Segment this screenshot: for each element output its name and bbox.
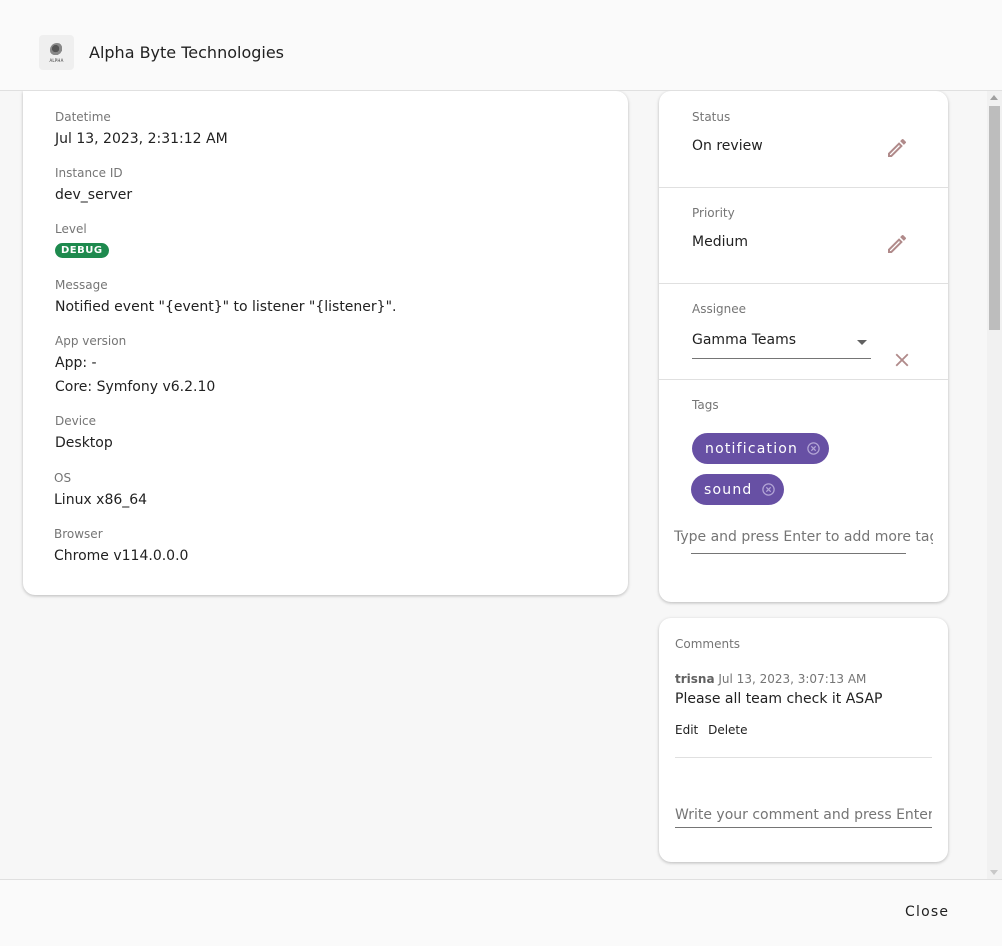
tag-input-underline bbox=[691, 553, 906, 554]
level-badge: DEBUG bbox=[55, 243, 109, 258]
comment-text: Please all team check it ASAP bbox=[675, 691, 883, 707]
app-version-label: App version bbox=[55, 334, 127, 348]
scroll-down-arrow-icon[interactable] bbox=[990, 870, 998, 875]
assignee-select[interactable]: Gamma Teams bbox=[692, 328, 871, 359]
tag-chip[interactable]: sound bbox=[691, 474, 784, 505]
comment-meta: trisna Jul 13, 2023, 3:07:13 AM bbox=[675, 672, 866, 686]
app-version-field: App version App: - Core: Symfony v6.2.10 bbox=[55, 334, 215, 396]
log-details-card: Datetime Jul 13, 2023, 2:31:12 AM Instan… bbox=[23, 91, 628, 595]
tag-chip[interactable]: notification bbox=[692, 433, 830, 464]
comment-input[interactable] bbox=[675, 802, 932, 828]
instance-id-field: Instance ID dev_server bbox=[55, 166, 132, 204]
logo-wordmark: ALPHA bbox=[49, 57, 64, 63]
comment-actions: Edit Delete bbox=[675, 723, 754, 737]
instance-id-value: dev_server bbox=[55, 187, 133, 203]
comment-divider bbox=[675, 757, 932, 758]
datetime-value: Jul 13, 2023, 2:31:12 AM bbox=[55, 131, 228, 147]
device-label: Device bbox=[55, 414, 97, 428]
browser-field: Browser Chrome v114.0.0.0 bbox=[54, 527, 188, 565]
status-section: Status On review bbox=[659, 91, 948, 188]
chevron-down-icon bbox=[857, 340, 867, 345]
level-label: Level bbox=[55, 222, 87, 236]
message-value: Notified event "{event}" to listener "{l… bbox=[55, 299, 397, 315]
comment-author: trisna bbox=[675, 672, 715, 686]
comment-timestamp: Jul 13, 2023, 3:07:13 AM bbox=[718, 672, 867, 686]
message-field: Message Notified event "{event}" to list… bbox=[55, 278, 396, 316]
tags-label: Tags bbox=[692, 398, 719, 412]
vertical-scrollbar[interactable] bbox=[987, 91, 1002, 879]
assignee-selected-value: Gamma Teams bbox=[692, 332, 797, 348]
edit-status-button[interactable] bbox=[885, 136, 909, 160]
close-button[interactable]: Close bbox=[905, 904, 949, 920]
remove-tag-button[interactable] bbox=[761, 482, 776, 497]
delete-comment-button[interactable]: Delete bbox=[708, 723, 747, 737]
pencil-icon bbox=[888, 234, 907, 253]
close-circle-icon bbox=[761, 483, 775, 496]
status-label: Status bbox=[692, 110, 731, 124]
priority-label: Priority bbox=[692, 206, 735, 220]
level-field: Level DEBUG bbox=[55, 222, 109, 258]
priority-value: Medium bbox=[692, 234, 748, 250]
app-title: Alpha Byte Technologies bbox=[89, 43, 285, 62]
os-label: OS bbox=[54, 471, 72, 485]
pencil-icon bbox=[888, 138, 907, 157]
datetime-field: Datetime Jul 13, 2023, 2:31:12 AM bbox=[55, 110, 228, 148]
priority-section: Priority Medium bbox=[659, 188, 948, 284]
assignee-section: Assignee Gamma Teams bbox=[659, 284, 948, 380]
instance-id-label: Instance ID bbox=[55, 166, 123, 180]
tag-chip-label: notification bbox=[705, 440, 799, 457]
edit-priority-button[interactable] bbox=[885, 232, 909, 256]
status-value: On review bbox=[692, 138, 763, 154]
comments-label: Comments bbox=[675, 637, 741, 651]
tag-chip-label: sound bbox=[704, 481, 753, 498]
os-value: Linux x86_64 bbox=[54, 492, 148, 508]
remove-tag-button[interactable] bbox=[806, 441, 821, 456]
browser-label: Browser bbox=[54, 527, 103, 541]
assignee-label: Assignee bbox=[692, 302, 747, 316]
dialog-footer: Close bbox=[0, 879, 1002, 946]
close-icon bbox=[895, 353, 909, 367]
edit-comment-button[interactable]: Edit bbox=[675, 723, 698, 737]
scrollbar-thumb[interactable] bbox=[989, 106, 1000, 330]
app-version-core: Core: Symfony v6.2.10 bbox=[55, 379, 216, 395]
alpha-logo-icon: ALPHA bbox=[39, 35, 74, 70]
device-value: Desktop bbox=[55, 435, 113, 451]
ticket-properties-card: Status On review Priority Medium Assigne… bbox=[659, 91, 948, 602]
add-tag-input[interactable] bbox=[674, 529, 933, 545]
app-version-app: App: - bbox=[55, 355, 97, 371]
browser-value: Chrome v114.0.0.0 bbox=[54, 548, 189, 564]
comments-card: Comments trisna Jul 13, 2023, 3:07:13 AM… bbox=[659, 618, 948, 862]
clear-assignee-button[interactable] bbox=[891, 349, 913, 371]
logo-swirl-icon bbox=[49, 42, 64, 57]
datetime-label: Datetime bbox=[55, 110, 111, 124]
scroll-up-arrow-icon[interactable] bbox=[990, 95, 998, 100]
dialog-content: Datetime Jul 13, 2023, 2:31:12 AM Instan… bbox=[0, 91, 1002, 879]
close-circle-icon bbox=[807, 442, 820, 455]
message-label: Message bbox=[55, 278, 108, 292]
device-field: Device Desktop bbox=[55, 414, 113, 452]
dialog-header: ALPHA Alpha Byte Technologies bbox=[0, 0, 1002, 91]
os-field: OS Linux x86_64 bbox=[54, 471, 147, 509]
